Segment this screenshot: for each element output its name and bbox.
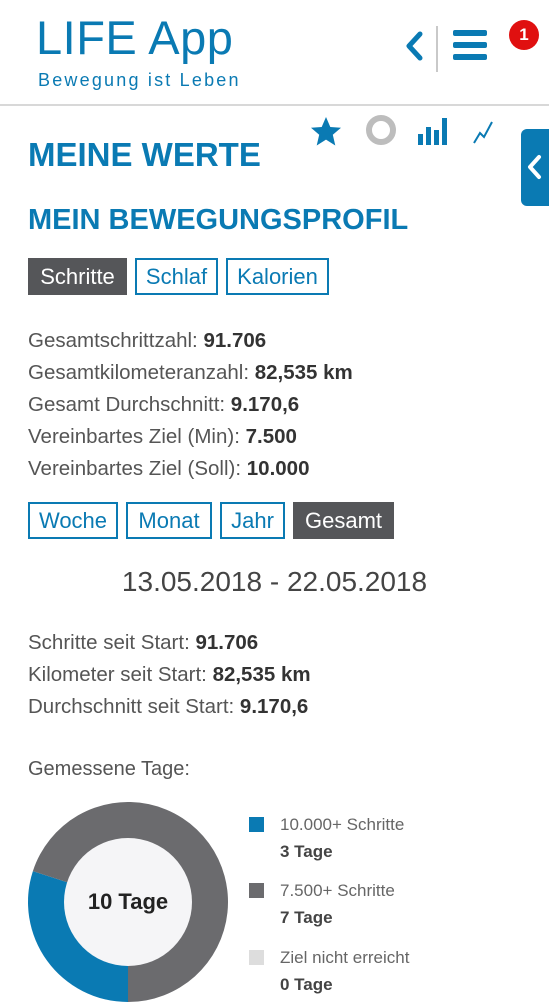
legend-value-not-reached: 0 Tage bbox=[280, 975, 333, 994]
tab-woche[interactable]: Woche bbox=[28, 502, 118, 539]
back-button[interactable] bbox=[400, 26, 430, 66]
tab-monat[interactable]: Monat bbox=[126, 502, 212, 539]
legend-label-7500: 7.500+ Schritte bbox=[280, 881, 395, 900]
date-range: 13.05.2018 - 22.05.2018 bbox=[121, 566, 428, 597]
bar-chart-icon[interactable] bbox=[416, 114, 452, 150]
stat-total-steps: Gesamtschrittzahl: 91.706 bbox=[28, 329, 267, 352]
legend-label-not-reached: Ziel nicht erreicht bbox=[280, 948, 410, 967]
stat-goal-target: Vereinbartes Ziel (Soll): 10.000 bbox=[28, 457, 310, 480]
app-header: LIFE App Bewegung ist Leben 1 bbox=[0, 0, 549, 106]
legend-label-10000: 10.000+ Schritte bbox=[280, 815, 405, 834]
chevron-left-icon bbox=[406, 31, 423, 61]
line-chart-icon[interactable] bbox=[468, 114, 498, 150]
stat-steps-since-start: Schritte seit Start: 91.706 bbox=[28, 631, 259, 654]
stat-goal-min: Vereinbartes Ziel (Min): 7.500 bbox=[28, 425, 297, 448]
legend-swatch-10000 bbox=[249, 817, 264, 832]
ring-icon[interactable] bbox=[363, 114, 399, 150]
measured-days-donut-chart: 10 Tage bbox=[28, 802, 228, 1002]
page-title: MEINE WERTE bbox=[28, 136, 261, 173]
hamburger-icon bbox=[453, 30, 487, 36]
tab-schlaf[interactable]: Schlaf bbox=[135, 258, 218, 295]
tab-schritte[interactable]: Schritte bbox=[28, 258, 127, 295]
menu-button[interactable] bbox=[449, 24, 489, 64]
section-title: MEIN BEWEGUNGSPROFIL bbox=[28, 204, 409, 236]
tab-jahr[interactable]: Jahr bbox=[220, 502, 285, 539]
donut-center-label: 10 Tage bbox=[88, 889, 168, 914]
app-logo-tagline: Bewegung ist Leben bbox=[38, 70, 241, 90]
side-panel-toggle[interactable] bbox=[521, 129, 549, 206]
stat-km-since-start: Kilometer seit Start: 82,535 km bbox=[28, 663, 311, 686]
notification-badge[interactable]: 1 bbox=[509, 20, 539, 50]
legend-value-10000: 3 Tage bbox=[280, 842, 333, 861]
stat-average-since-start: Durchschnitt seit Start: 9.170,6 bbox=[28, 695, 309, 718]
legend-swatch-not-reached bbox=[249, 950, 264, 965]
tab-kalorien[interactable]: Kalorien bbox=[226, 258, 329, 295]
stat-total-average: Gesamt Durchschnitt: 9.170,6 bbox=[28, 393, 300, 416]
legend-swatch-7500 bbox=[249, 883, 264, 898]
app-logo-title: LIFE App bbox=[36, 11, 234, 64]
measured-days-label: Gemessene Tage: bbox=[28, 758, 190, 780]
star-icon[interactable] bbox=[308, 114, 344, 150]
stat-total-km: Gesamtkilometeranzahl: 82,535 km bbox=[28, 361, 353, 384]
tab-gesamt[interactable]: Gesamt bbox=[293, 502, 394, 539]
chevron-left-icon bbox=[528, 155, 541, 179]
header-divider bbox=[436, 26, 438, 72]
legend-value-7500: 7 Tage bbox=[280, 908, 333, 927]
